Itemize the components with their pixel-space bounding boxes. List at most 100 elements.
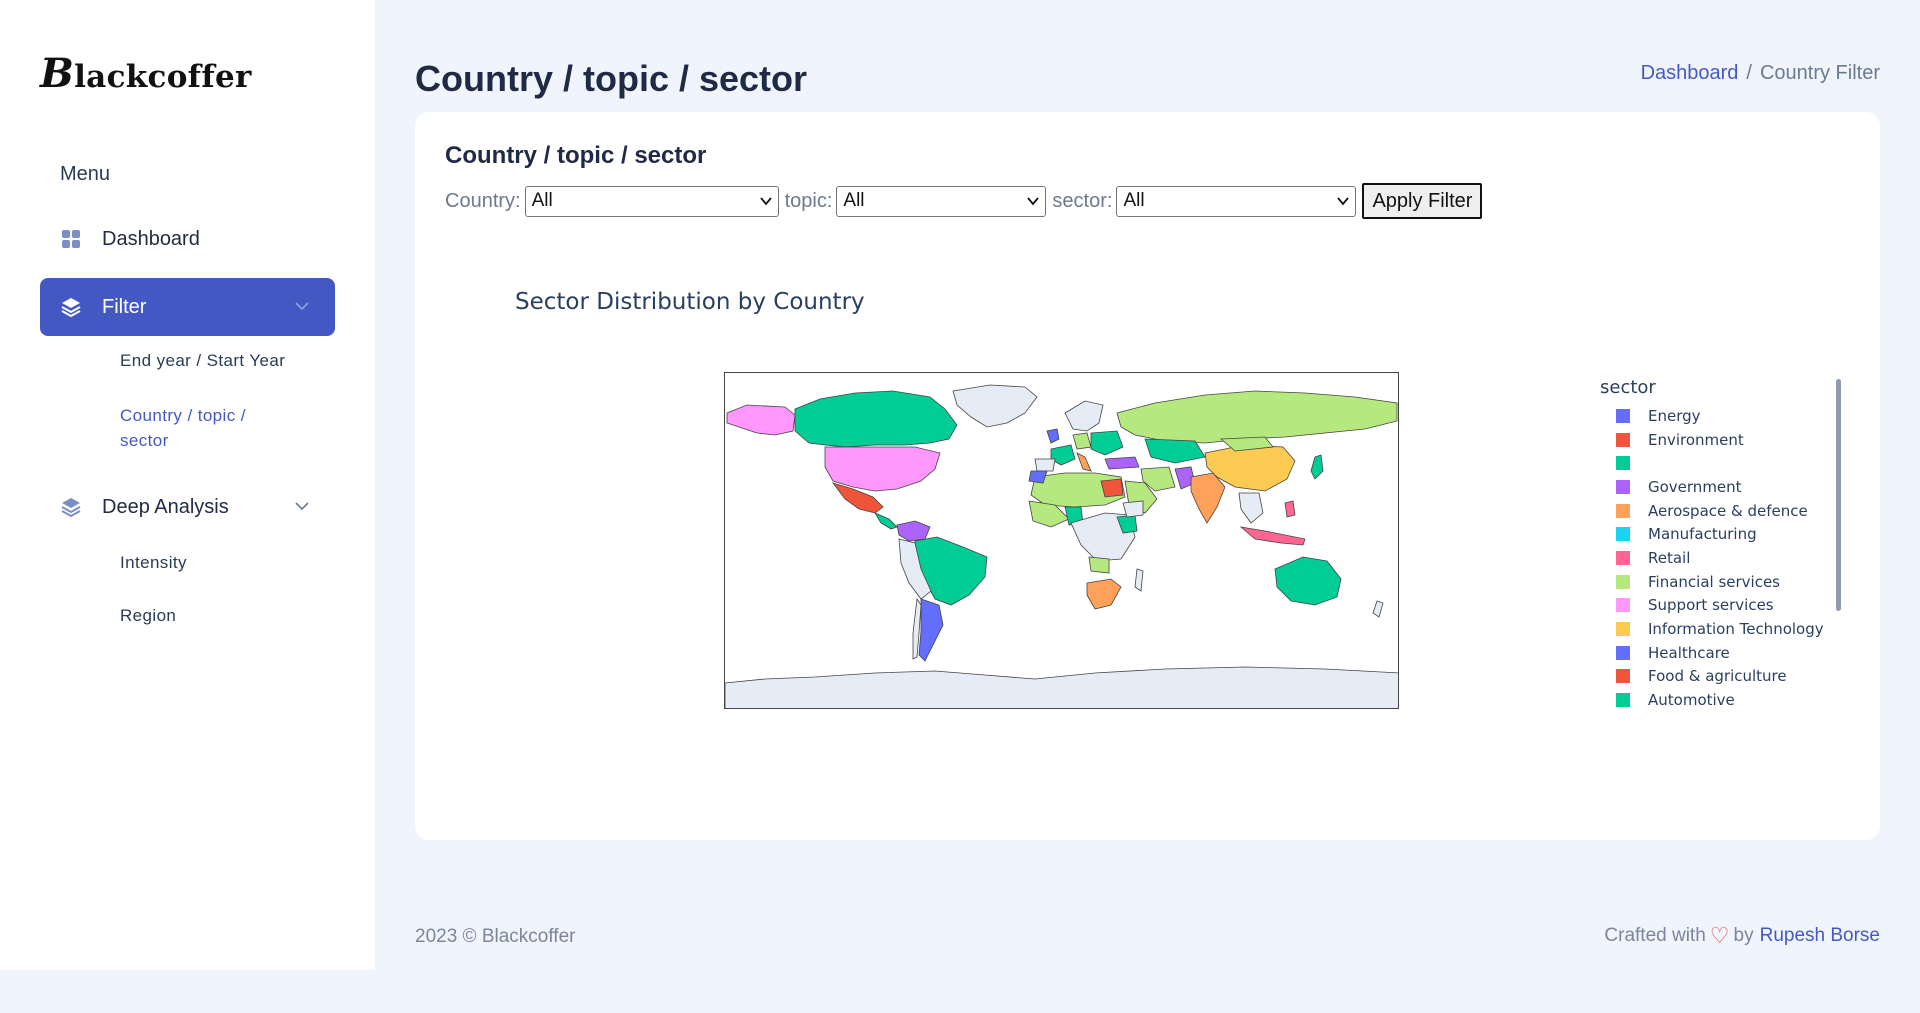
map-region-india — [1190, 472, 1226, 524]
legend-swatch — [1616, 527, 1630, 542]
card-title: Country / topic / sector — [445, 142, 707, 169]
footer-copyright: 2023 © Blackcoffer — [415, 926, 576, 947]
legend-label: Healthcare — [1648, 643, 1730, 662]
map-region-germany — [1072, 432, 1092, 450]
map-region-zambia — [1088, 556, 1110, 574]
legend-item[interactable]: Government — [1600, 475, 1840, 499]
footer-by-text: by — [1733, 925, 1754, 946]
map-region-ethiopia — [1122, 500, 1144, 518]
sidebar-item-deep-analysis[interactable]: Deep Analysis — [40, 478, 335, 536]
map-region-central-america — [874, 512, 898, 530]
filter-card: Country / topic / sector Country: All to… — [415, 112, 1880, 840]
map-region-southeast-asia — [1238, 492, 1264, 524]
legend-swatch — [1616, 645, 1630, 660]
legend-item[interactable]: Healthcare — [1600, 641, 1840, 665]
legend-item[interactable]: Manufacturing — [1600, 522, 1840, 546]
breadcrumb-dashboard-link[interactable]: Dashboard — [1641, 62, 1739, 84]
legend-scrollbar[interactable] — [1836, 379, 1841, 611]
chevron-down-icon — [295, 502, 309, 511]
legend-item[interactable] — [1600, 451, 1840, 475]
legend-swatch — [1616, 432, 1630, 447]
legend-item[interactable]: Automotive — [1600, 688, 1840, 712]
legend-swatch — [1616, 479, 1630, 494]
sidebar-item-filter[interactable]: Filter — [40, 278, 335, 336]
map-region-egypt — [1100, 478, 1124, 498]
topic-select-value: All — [843, 190, 865, 211]
brand-logo[interactable]: Blackcoffer — [40, 50, 252, 97]
footer-credit: Crafted with ♡ by Rupesh Borse — [1604, 923, 1880, 949]
country-select[interactable]: All — [524, 185, 779, 217]
sidebar-item-label: Filter — [102, 295, 147, 318]
legend-swatch — [1616, 598, 1630, 613]
map-region-antarctica — [725, 666, 1398, 708]
footer-crafted-text: Crafted with — [1604, 925, 1706, 946]
country-label: Country: — [445, 189, 521, 212]
map-region-greenland — [952, 384, 1038, 428]
legend-label: Retail — [1648, 548, 1691, 567]
filter-row: Country: All topic: All sector: All Appl… — [445, 183, 1483, 219]
map-region-spain — [1034, 458, 1056, 472]
legend-item[interactable]: Environment — [1600, 428, 1840, 452]
map-region-alaska — [726, 404, 796, 436]
legend-label: Energy — [1648, 406, 1701, 425]
legend-swatch — [1616, 503, 1630, 518]
legend-label: Automotive — [1648, 691, 1735, 710]
map-region-australia — [1274, 556, 1342, 606]
map-region-philippines — [1284, 500, 1296, 518]
legend-label: Government — [1648, 477, 1742, 496]
map-region-russia — [1116, 390, 1398, 444]
map-region-indonesia — [1239, 526, 1306, 546]
legend-item[interactable]: Retail — [1600, 546, 1840, 570]
menu-title: Menu — [60, 163, 111, 185]
chevron-down-icon — [759, 197, 772, 206]
map-region-turkey — [1104, 456, 1140, 470]
legend-item[interactable]: Financial services — [1600, 570, 1840, 594]
legend-item[interactable]: Support services — [1600, 594, 1840, 618]
legend-item[interactable]: Information Technology — [1600, 617, 1840, 641]
legend-item[interactable]: Aerospace & defence — [1600, 499, 1840, 523]
legend-item[interactable]: Food & agriculture — [1600, 665, 1840, 689]
map-region-italy — [1076, 452, 1092, 472]
heart-icon: ♡ — [1709, 923, 1730, 948]
map-region-kazakhstan — [1144, 438, 1206, 464]
map-region-madagascar — [1134, 568, 1144, 592]
legend-swatch — [1616, 669, 1630, 684]
sidebar-item-label: Deep Analysis — [102, 495, 229, 518]
legend-swatch — [1616, 456, 1630, 471]
layers-icon — [60, 296, 82, 318]
legend-swatch — [1616, 574, 1630, 589]
map-region-venezuela — [896, 520, 931, 542]
page-title: Country / topic / sector — [415, 58, 808, 99]
map-region-scandinavia — [1064, 400, 1104, 432]
footer-author-link[interactable]: Rupesh Borse — [1760, 925, 1880, 947]
apply-filter-button[interactable]: Apply Filter — [1362, 183, 1483, 219]
grid-icon — [60, 228, 82, 250]
breadcrumb-current: Country Filter — [1759, 62, 1880, 84]
sector-label: sector: — [1052, 189, 1113, 212]
chevron-down-icon — [1337, 197, 1350, 206]
map-region-south-africa — [1086, 578, 1122, 610]
map-region-eastern-europe — [1090, 430, 1124, 456]
legend-swatch — [1616, 408, 1630, 423]
sidebar-subitem-intensity[interactable]: Intensity — [120, 553, 187, 573]
sector-select[interactable]: All — [1116, 185, 1357, 217]
chevron-down-icon — [1027, 197, 1040, 206]
legend-item[interactable]: Energy — [1600, 404, 1840, 428]
legend-label: Manufacturing — [1648, 525, 1757, 544]
sidebar-item-dashboard[interactable]: Dashboard — [40, 210, 335, 268]
sidebar-subitem-end-year[interactable]: End year / Start Year — [120, 351, 285, 371]
legend-swatch — [1616, 693, 1630, 708]
world-map[interactable] — [724, 372, 1399, 709]
sidebar-subitem-region[interactable]: Region — [120, 606, 176, 626]
legend-title: sector — [1600, 377, 1656, 398]
map-region-new-zealand — [1372, 600, 1384, 618]
legend-label: Environment — [1648, 430, 1744, 449]
breadcrumb: Dashboard / Country Filter — [1641, 62, 1880, 85]
sidebar-subitem-country-topic-sector[interactable]: Country / topic / sector — [120, 403, 290, 453]
topic-select[interactable]: All — [836, 185, 1047, 217]
legend-label: Financial services — [1648, 572, 1780, 591]
map-region-argentina — [918, 598, 944, 662]
sidebar: Blackcoffer Menu Dashboard Filter End ye… — [0, 0, 375, 970]
legend-label: Support services — [1648, 596, 1774, 615]
map-region-usa — [824, 446, 941, 492]
